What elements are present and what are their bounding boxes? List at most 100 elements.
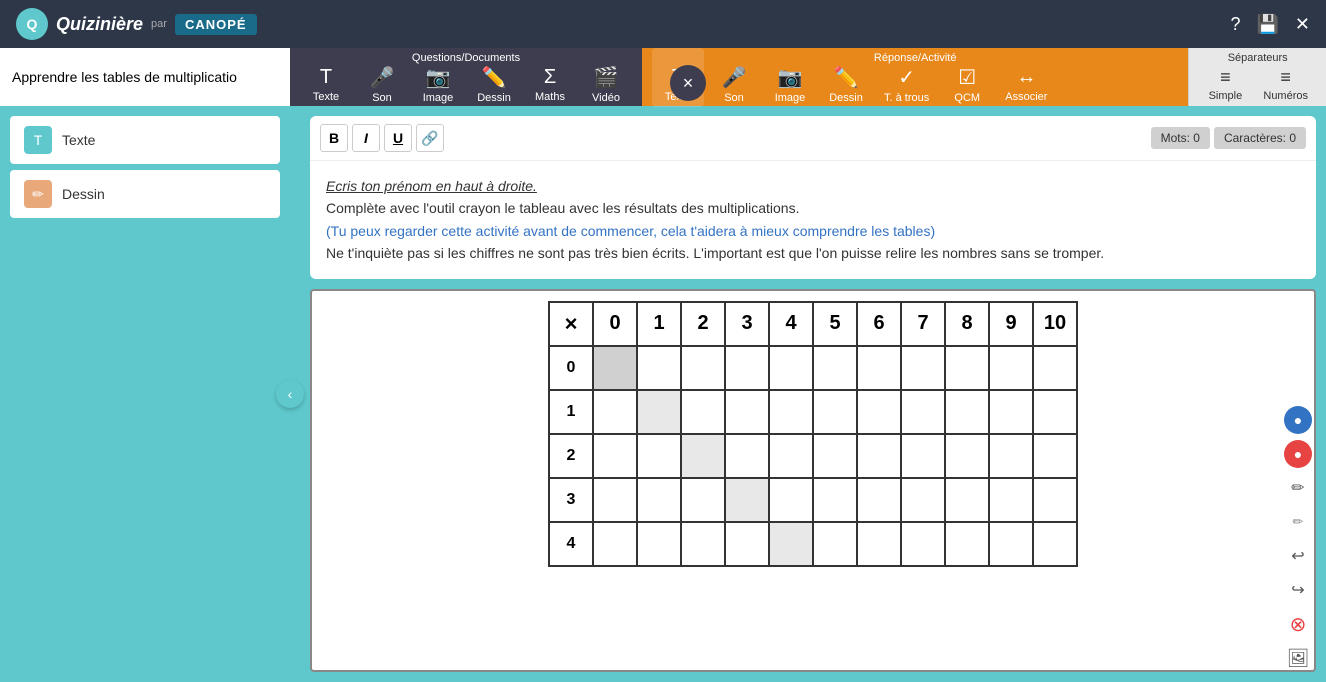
table-cell-0-10 xyxy=(1033,346,1077,390)
title-input[interactable] xyxy=(12,69,278,85)
table-cell-0-9 xyxy=(989,346,1033,390)
table-cell-1-9 xyxy=(989,390,1033,434)
insert-image-btn[interactable]: 🖼 xyxy=(1284,644,1312,672)
q-texte-btn[interactable]: T Texte xyxy=(300,48,352,107)
link-btn[interactable]: 🔗 xyxy=(416,124,444,152)
table-cell-3-4 xyxy=(769,478,813,522)
table-cell-1-10 xyxy=(1033,390,1077,434)
top-bar: Q Quizinière par CANOPÉ ? 💾 ✕ xyxy=(0,0,1326,48)
questions-section: Questions/Documents T Texte 🎤 Son 📷 Imag… xyxy=(290,48,642,106)
table-cell-1-0 xyxy=(593,390,637,434)
table-cell-4-3 xyxy=(725,522,769,566)
chars-count-btn[interactable]: Caractères: 0 xyxy=(1214,127,1306,149)
toolbar-area: Questions/Documents T Texte 🎤 Son 📷 Imag… xyxy=(0,48,1326,106)
app-logo-text: Quizinière xyxy=(56,14,143,35)
table-cell-0-4 xyxy=(769,346,813,390)
table-cell-2-3 xyxy=(725,434,769,478)
r-associer-label: Associer xyxy=(1005,91,1047,103)
r-associer-icon: ↔ xyxy=(1016,66,1036,89)
editor-content: Ecris ton prénom en haut à droite. Compl… xyxy=(310,161,1316,279)
line4-text: Ne t'inquiète pas si les chiffres ne son… xyxy=(326,242,1300,264)
q-son-btn[interactable]: 🎤 Son xyxy=(356,47,408,108)
save-icon[interactable]: 💾 xyxy=(1256,14,1278,35)
table-cell-3-3 xyxy=(725,478,769,522)
table-header-6: 6 xyxy=(857,302,901,346)
q-maths-label: Maths xyxy=(535,91,565,103)
r-dessin-btn[interactable]: ✏️ Dessin xyxy=(820,47,872,108)
r-dessin-icon: ✏️ xyxy=(834,65,859,90)
help-icon[interactable]: ? xyxy=(1230,14,1240,35)
collapse-sidebar-btn[interactable]: ‹ xyxy=(276,380,304,408)
r-dessin-label: Dessin xyxy=(829,92,863,104)
reponse-label: Réponse/Activité xyxy=(874,52,957,64)
table-cell-0-8 xyxy=(945,346,989,390)
texte-sidebar-label: Texte xyxy=(62,132,95,148)
table-cell-2-0 xyxy=(593,434,637,478)
logo-area: Q Quizinière par CANOPÉ xyxy=(16,8,257,40)
italic-btn[interactable]: I xyxy=(352,124,380,152)
pencil-tool-btn[interactable]: ✏ xyxy=(1284,474,1312,502)
sep-simple-icon: ≡ xyxy=(1220,67,1231,88)
table-row-0: 0 xyxy=(549,346,1077,390)
table-cell-0-0 xyxy=(593,346,637,390)
r-image-btn[interactable]: 📷 Image xyxy=(764,47,816,108)
q-image-icon: 📷 xyxy=(426,65,451,90)
table-cell-2-10 xyxy=(1033,434,1077,478)
q-dessin-label: Dessin xyxy=(477,92,511,104)
text-editor: B I U 🔗 Mots: 0 Caractères: 0 Ecris ton … xyxy=(310,116,1316,279)
undo-btn[interactable]: ↩ xyxy=(1284,542,1312,570)
questions-label: Questions/Documents xyxy=(412,52,520,64)
r-qcm-icon: ☑ xyxy=(958,65,976,90)
table-cell-0-7 xyxy=(901,346,945,390)
table-header-2: 2 xyxy=(681,302,725,346)
table-cell-0-2 xyxy=(681,346,725,390)
bold-btn[interactable]: B xyxy=(320,124,348,152)
color-blue-btn[interactable]: ● xyxy=(1284,406,1312,434)
table-cell-4-9 xyxy=(989,522,1033,566)
table-cell-2-6 xyxy=(857,434,901,478)
logo-par: par xyxy=(151,18,167,30)
r-son-icon: 🎤 xyxy=(722,65,747,90)
drawing-tools-panel: ● ● ✏ ✏ ↩ ↪ ⊗ 🖼 xyxy=(1284,406,1312,672)
clear-btn[interactable]: ⊗ xyxy=(1284,610,1312,638)
r-associer-btn[interactable]: ↔ Associer xyxy=(997,48,1055,107)
q-texte-label: Texte xyxy=(313,91,339,103)
table-header-0: 0 xyxy=(593,302,637,346)
table-row0-label: 0 xyxy=(549,346,593,390)
redo-btn[interactable]: ↪ xyxy=(1284,576,1312,604)
r-trous-label: T. à trous xyxy=(884,92,929,104)
table-cell-0-5 xyxy=(813,346,857,390)
table-cell-3-1 xyxy=(637,478,681,522)
sep-numeros-label: Numéros xyxy=(1263,90,1308,102)
reponse-section: Réponse/Activité T Texte 🎤 Son 📷 Image ✏… xyxy=(642,48,1188,106)
separateurs-section: Séparateurs ≡ Simple ≡ Numéros xyxy=(1188,48,1326,106)
table-cell-1-7 xyxy=(901,390,945,434)
table-cell-4-4 xyxy=(769,522,813,566)
table-header-5: 5 xyxy=(813,302,857,346)
table-header-7: 7 xyxy=(901,302,945,346)
r-qcm-label: QCM xyxy=(954,92,980,104)
close-window-icon[interactable]: ✕ xyxy=(1295,14,1310,35)
table-header-3: 3 xyxy=(725,302,769,346)
sidebar-item-texte[interactable]: T Texte xyxy=(10,116,280,164)
table-row-3: 3 xyxy=(549,478,1077,522)
table-cell-2-5 xyxy=(813,434,857,478)
close-popup-btn[interactable]: × xyxy=(670,65,706,101)
words-count-btn[interactable]: Mots: 0 xyxy=(1151,127,1210,149)
eraser-tool-btn[interactable]: ✏ xyxy=(1284,508,1312,536)
table-cell-3-2 xyxy=(681,478,725,522)
r-son-btn[interactable]: 🎤 Son xyxy=(708,47,760,108)
table-cell-4-0 xyxy=(593,522,637,566)
table-cell-3-8 xyxy=(945,478,989,522)
color-red-btn[interactable]: ● xyxy=(1284,440,1312,468)
table-header-10: 10 xyxy=(1033,302,1077,346)
q-maths-btn[interactable]: Σ Maths xyxy=(524,48,576,107)
sidebar-item-dessin[interactable]: ✏ Dessin xyxy=(10,170,280,218)
drawing-canvas[interactable]: × 0 1 2 3 4 5 6 7 8 9 10 0 xyxy=(310,289,1316,672)
q-video-btn[interactable]: 🎬 Vidéo xyxy=(580,47,632,108)
table-row-4: 4 xyxy=(549,522,1077,566)
underline-btn[interactable]: U xyxy=(384,124,412,152)
table-cell-2-4 xyxy=(769,434,813,478)
line2-text: Complète avec l'outil crayon le tableau … xyxy=(326,197,1300,219)
q-dessin-icon: ✏️ xyxy=(482,65,507,90)
